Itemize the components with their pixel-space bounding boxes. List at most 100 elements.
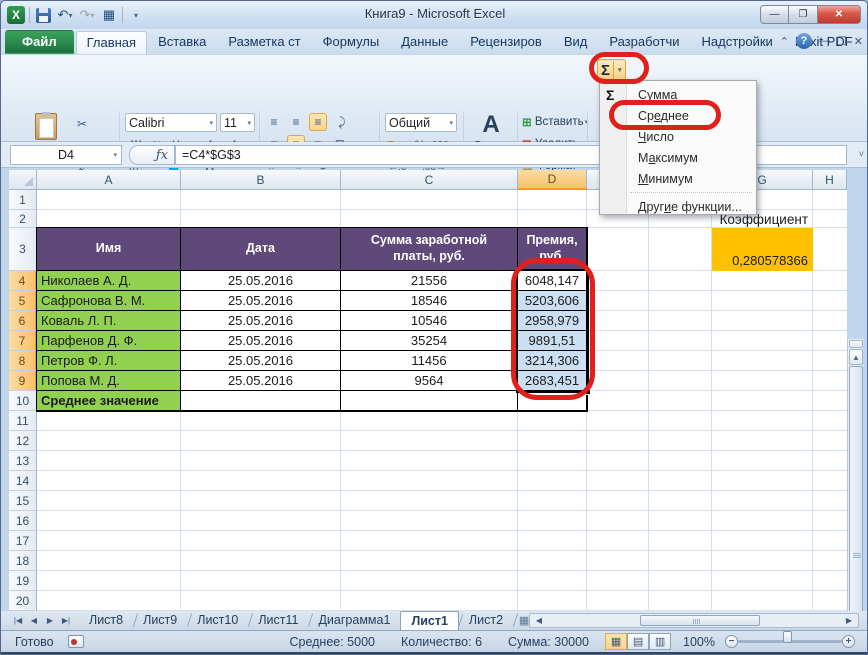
row-header-2[interactable]: 2: [9, 210, 37, 228]
row-header-6[interactable]: 6: [9, 311, 37, 331]
row-header-18[interactable]: 18: [9, 551, 37, 571]
cell-a7[interactable]: Парфенов Д. Ф.: [37, 331, 181, 351]
next-sheet-icon[interactable]: ▶: [43, 616, 57, 625]
header-date[interactable]: Дата: [181, 228, 341, 271]
tab-page-layout[interactable]: Разметка ст: [217, 30, 311, 54]
row-header-10[interactable]: 10: [9, 391, 37, 411]
align-top-button[interactable]: ≡: [265, 113, 283, 131]
tab-home[interactable]: Главная: [75, 31, 148, 54]
sheet-tab-list2[interactable]: Лист2: [459, 611, 513, 630]
cell-c9[interactable]: 9564: [341, 371, 518, 391]
help-icon[interactable]: ?: [795, 33, 812, 49]
sheet-tab-list9[interactable]: Лист9: [133, 611, 187, 630]
scroll-up-icon[interactable]: ▲: [849, 349, 863, 365]
cell-a10-footer[interactable]: Среднее значение: [37, 391, 181, 411]
row-header-8[interactable]: 8: [9, 351, 37, 371]
horizontal-scroll-thumb[interactable]: [640, 615, 760, 626]
select-all-corner[interactable]: [9, 170, 37, 190]
column-header-h[interactable]: H: [813, 170, 847, 190]
row-header-13[interactable]: 13: [9, 451, 37, 471]
zoom-slider-thumb[interactable]: [783, 631, 792, 643]
tab-insert[interactable]: Вставка: [147, 30, 217, 54]
tab-developer[interactable]: Разработчи: [598, 30, 690, 54]
header-premium[interactable]: Премия, руб.: [518, 228, 587, 271]
menu-item-average[interactable]: Среднее: [600, 105, 756, 126]
normal-view-button[interactable]: ▦: [605, 633, 628, 650]
coefficient-cell[interactable]: 0,280578366: [712, 228, 813, 271]
cell-c5[interactable]: 18546: [341, 291, 518, 311]
sheet-nav-buttons[interactable]: |◀ ◀ ▶ ▶|: [11, 616, 73, 625]
row-header-3[interactable]: 3: [9, 228, 37, 271]
insert-cells-button[interactable]: ⊞ Вставить▾: [521, 113, 589, 131]
cell-c10[interactable]: [341, 391, 518, 411]
column-header-a[interactable]: A: [37, 170, 181, 190]
tab-review[interactable]: Рецензиров: [459, 30, 553, 54]
row-header-17[interactable]: 17: [9, 531, 37, 551]
zoom-slider[interactable]: − +: [725, 631, 855, 648]
sheet-tab-list8[interactable]: Лист8: [79, 611, 133, 630]
tab-data[interactable]: Данные: [390, 30, 459, 54]
cell-a8[interactable]: Петров Ф. Л.: [37, 351, 181, 371]
cell-a4[interactable]: Николаев А. Д.: [37, 271, 181, 291]
cell-c7[interactable]: 35254: [341, 331, 518, 351]
row-header-12[interactable]: 12: [9, 431, 37, 451]
zoom-level[interactable]: 100%: [683, 635, 715, 649]
page-break-view-button[interactable]: ▥: [649, 633, 672, 650]
cell-a6[interactable]: Коваль Л. П.: [37, 311, 181, 331]
row-header-4[interactable]: 4: [9, 271, 37, 291]
zoom-in-icon[interactable]: +: [842, 635, 855, 648]
column-header-c[interactable]: C: [341, 170, 518, 190]
cell-d5[interactable]: 5203,606: [518, 291, 587, 311]
page-layout-view-button[interactable]: ▤: [627, 633, 650, 650]
workbook-close-icon[interactable]: ✕: [854, 35, 863, 48]
tab-abbyy[interactable]: ABBYY PDF T: [864, 30, 867, 54]
expand-formula-bar-icon[interactable]: ˅: [859, 149, 864, 159]
menu-item-max[interactable]: Максимум: [600, 147, 756, 168]
cell-d7[interactable]: 9891,51: [518, 331, 587, 351]
cut-button[interactable]: ✂: [73, 115, 91, 133]
vertical-scrollbar[interactable]: ▲ ▼: [847, 339, 863, 654]
sheet-tab-list10[interactable]: Лист10: [187, 611, 248, 630]
menu-item-more-functions[interactable]: Другие функции...: [600, 196, 756, 217]
align-middle-button[interactable]: ≡: [287, 113, 305, 131]
tab-addins[interactable]: Надстройки: [690, 30, 783, 54]
cell-d6[interactable]: 2958,979: [518, 311, 587, 331]
cell-a5[interactable]: Сафронова В. М.: [37, 291, 181, 311]
wrap-text-button[interactable]: ⤸: [333, 113, 351, 131]
cell-b6[interactable]: 25.05.2016: [181, 311, 341, 331]
number-format-select[interactable]: Общий ▾: [385, 113, 457, 132]
collapse-ribbon-icon[interactable]: ⌃: [780, 35, 789, 48]
name-box[interactable]: D4 ▾: [10, 145, 122, 165]
cell-d4-active[interactable]: 6048,147: [518, 271, 587, 291]
row-header-20[interactable]: 20: [9, 591, 37, 611]
cell-d10[interactable]: [518, 391, 587, 411]
cell-b5[interactable]: 25.05.2016: [181, 291, 341, 311]
menu-item-sum[interactable]: Сумма: [600, 84, 756, 105]
workbook-minimize-icon[interactable]: —: [819, 35, 830, 47]
font-family-select[interactable]: Calibri ▾: [125, 113, 217, 132]
last-sheet-icon[interactable]: ▶|: [59, 616, 73, 625]
prev-sheet-icon[interactable]: ◀: [27, 616, 41, 625]
tab-file[interactable]: Файл: [5, 30, 74, 54]
close-button[interactable]: ✕: [818, 5, 861, 24]
autosum-button[interactable]: Σ ▾: [597, 59, 626, 81]
align-bottom-button[interactable]: ≡: [309, 113, 327, 131]
cell-b4[interactable]: 25.05.2016: [181, 271, 341, 291]
tab-view[interactable]: Вид: [553, 30, 599, 54]
row-header-9[interactable]: 9: [9, 371, 37, 391]
header-name[interactable]: Имя: [37, 228, 181, 271]
row-header-15[interactable]: 15: [9, 491, 37, 511]
horizontal-scrollbar[interactable]: ◀ ▶: [529, 613, 859, 628]
workbook-restore-icon[interactable]: ❐: [837, 35, 847, 48]
cell-b8[interactable]: 25.05.2016: [181, 351, 341, 371]
menu-item-count[interactable]: Число: [600, 126, 756, 147]
cell-b9[interactable]: 25.05.2016: [181, 371, 341, 391]
row-header-19[interactable]: 19: [9, 571, 37, 591]
font-size-select[interactable]: 11 ▾: [220, 113, 255, 132]
split-handle[interactable]: [849, 340, 863, 348]
first-sheet-icon[interactable]: |◀: [11, 616, 25, 625]
tab-formulas[interactable]: Формулы: [312, 30, 391, 54]
row-header-11[interactable]: 11: [9, 411, 37, 431]
row-header-5[interactable]: 5: [9, 291, 37, 311]
cell-a9[interactable]: Попова М. Д.: [37, 371, 181, 391]
